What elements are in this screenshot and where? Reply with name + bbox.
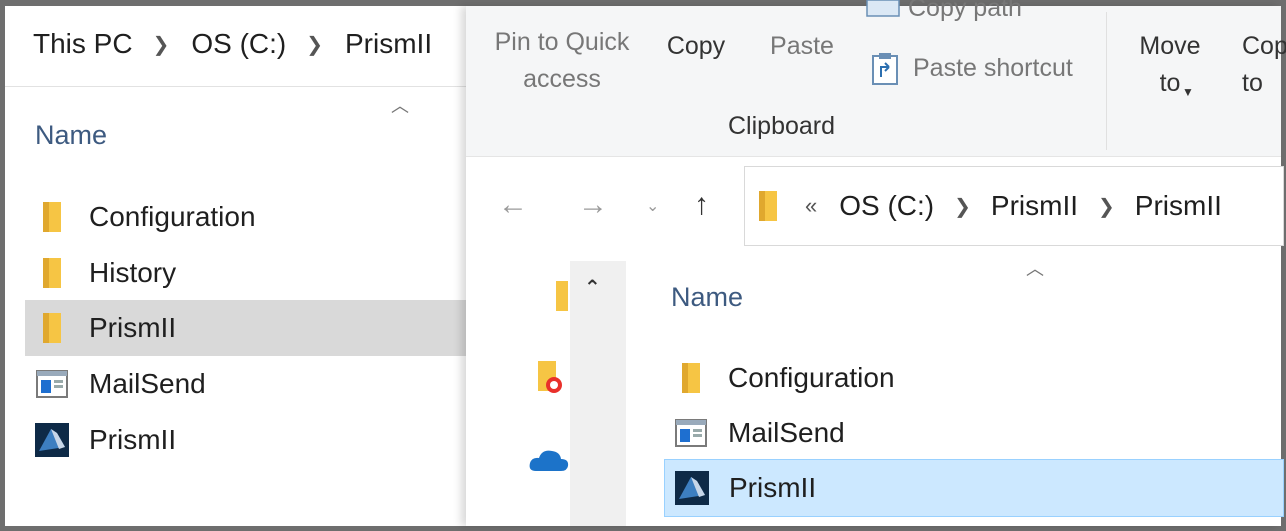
list-item-selected[interactable]: PrismII xyxy=(25,300,466,356)
list-item[interactable]: Configuration xyxy=(664,350,1284,406)
forward-arrow-icon[interactable]: → xyxy=(578,188,608,222)
list-item-label: Configuration xyxy=(728,362,895,393)
dropdown-arrow-icon: ▼ xyxy=(1182,85,1194,99)
paste-shortcut-icon xyxy=(872,52,898,85)
back-arrow-icon[interactable]: ← xyxy=(498,188,528,222)
sort-ascending-icon: ︿ xyxy=(391,96,409,116)
up-arrow-icon[interactable]: ↑ xyxy=(694,188,709,222)
copy-button[interactable]: Copy xyxy=(656,28,736,65)
list-item-label: PrismII xyxy=(729,472,817,503)
address-segment-prismii-current[interactable]: PrismII xyxy=(1135,190,1222,222)
breadcrumb-os-c[interactable]: OS (C:) xyxy=(191,28,286,60)
paste-shortcut-button[interactable]: Paste shortcut xyxy=(871,50,1073,87)
breadcrumb-this-pc[interactable]: This PC xyxy=(33,28,133,60)
breadcrumb: This PC ❯ OS (C:) ❯ PrismII xyxy=(33,28,432,60)
copy-path-button[interactable]: Copy path xyxy=(866,0,1022,27)
prism-app-icon xyxy=(35,423,69,457)
chevron-right-icon[interactable]: ❯ xyxy=(954,194,971,219)
copy-path-icon xyxy=(866,0,900,17)
paste-shortcut-label: Paste shortcut xyxy=(913,54,1073,82)
address-overflow[interactable]: « xyxy=(805,193,817,219)
folder-icon xyxy=(674,361,708,395)
divider xyxy=(5,86,466,87)
list-item[interactable]: History xyxy=(35,245,466,301)
clipboard-group-label: Clipboard xyxy=(728,112,836,140)
copy-path-label: Copy path xyxy=(908,0,1022,22)
list-item-selected[interactable]: PrismII xyxy=(664,459,1284,517)
list-item-label: PrismII xyxy=(89,424,177,455)
copy-to-button[interactable]: Copy to xyxy=(1242,28,1286,102)
column-header-name[interactable]: Name xyxy=(671,282,743,313)
chevron-right-icon[interactable]: ❯ xyxy=(306,32,323,57)
chevron-right-icon[interactable]: ❯ xyxy=(153,32,170,57)
creative-cloud-folder-icon[interactable] xyxy=(534,359,568,400)
folder-icon xyxy=(35,256,69,290)
list-item-label: MailSend xyxy=(89,368,206,399)
column-header-name[interactable]: Name xyxy=(35,120,107,151)
ribbon-separator xyxy=(1106,12,1107,150)
address-bar[interactable]: « OS (C:) ❯ PrismII ❯ PrismII xyxy=(744,166,1284,246)
address-segment-prismii[interactable]: PrismII xyxy=(991,190,1078,222)
list-item[interactable]: Configuration xyxy=(35,189,466,245)
prism-app-icon xyxy=(675,471,709,505)
move-to-button[interactable]: Move to ▼ xyxy=(1130,28,1210,102)
address-segment-os-c[interactable]: OS (C:) xyxy=(839,190,934,222)
list-item[interactable]: MailSend xyxy=(35,356,466,412)
onedrive-cloud-icon[interactable] xyxy=(528,447,570,478)
app-window-icon xyxy=(674,416,708,450)
list-item[interactable]: MailSend xyxy=(664,405,1284,461)
navigation-pane-scrollbar[interactable]: ⌃ xyxy=(570,261,626,526)
quick-access-folder-icon[interactable] xyxy=(554,279,568,318)
paste-button[interactable]: Paste xyxy=(762,28,842,65)
folder-icon xyxy=(755,189,781,223)
scroll-up-icon[interactable]: ⌃ xyxy=(584,275,601,300)
list-item-label: Configuration xyxy=(89,201,256,232)
list-item[interactable]: PrismII xyxy=(35,412,466,468)
app-window-icon xyxy=(35,367,69,401)
left-explorer-window: This PC ❯ OS (C:) ❯ PrismII ︿ Name Confi… xyxy=(5,6,466,526)
chevron-right-icon[interactable]: ❯ xyxy=(1098,194,1115,219)
recent-locations-chevron-icon[interactable]: ⌄ xyxy=(646,196,659,216)
right-explorer-window: Pin to Quick access Copy Paste Copy path… xyxy=(466,0,1286,526)
ribbon: Pin to Quick access Copy Paste Copy path… xyxy=(466,0,1286,157)
folder-icon xyxy=(35,200,69,234)
folder-icon xyxy=(35,311,69,345)
list-item-label: History xyxy=(89,257,177,288)
list-item-label: PrismII xyxy=(89,312,177,343)
sort-ascending-icon: ︿ xyxy=(1026,259,1044,279)
breadcrumb-prismii[interactable]: PrismII xyxy=(345,28,432,60)
list-item-label: MailSend xyxy=(728,417,845,448)
pin-to-quick-access-button[interactable]: Pin to Quick access xyxy=(482,24,642,98)
